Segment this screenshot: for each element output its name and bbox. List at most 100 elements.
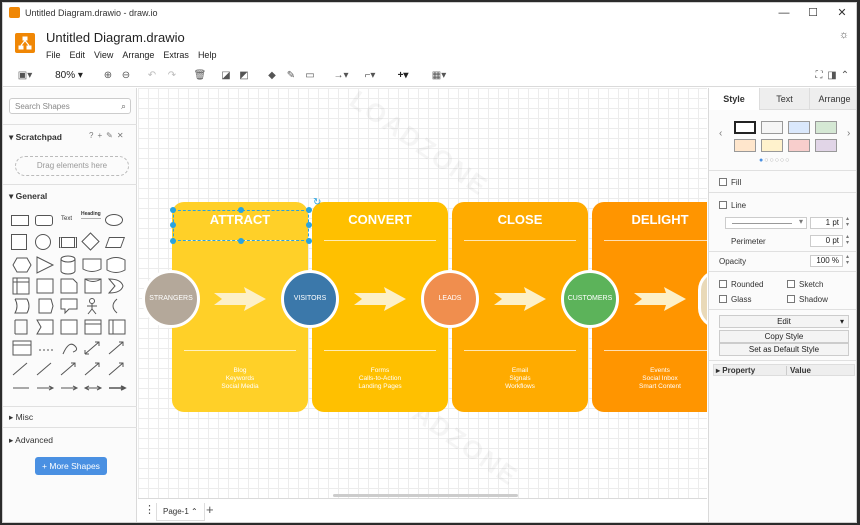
- undo-icon[interactable]: ↶: [145, 68, 159, 84]
- maximize-button[interactable]: ☐: [802, 6, 824, 20]
- resize-handle[interactable]: [238, 238, 244, 244]
- resize-handle[interactable]: [170, 238, 176, 244]
- swatch[interactable]: [815, 139, 837, 152]
- card-shape[interactable]: [84, 278, 102, 294]
- more-shapes-button[interactable]: + More Shapes: [35, 457, 107, 475]
- to-back-icon[interactable]: ◩: [237, 68, 251, 84]
- add-page-icon[interactable]: +: [206, 502, 214, 517]
- scratchpad-dropzone[interactable]: Drag elements here: [15, 156, 129, 176]
- line-width-stepper[interactable]: ▴ ▾: [846, 216, 849, 228]
- menu-edit[interactable]: Edit: [70, 50, 86, 60]
- insert-icon[interactable]: +▾: [391, 68, 415, 84]
- container-shape[interactable]: [60, 319, 78, 335]
- process-shape[interactable]: [59, 237, 77, 248]
- line-style-select[interactable]: ▾: [725, 217, 807, 229]
- triangle-shape[interactable]: [36, 256, 55, 274]
- textbox-shape[interactable]: Heading ————: [81, 212, 101, 222]
- callout-shape[interactable]: [60, 298, 78, 315]
- line-shape[interactable]: [12, 362, 28, 376]
- note-shape[interactable]: [60, 278, 78, 294]
- fullscreen-icon[interactable]: ⛶: [813, 68, 825, 84]
- actor-shape[interactable]: [89, 298, 95, 304]
- page-tab[interactable]: Page-1 ⌃: [156, 503, 205, 521]
- circle-strangers[interactable]: STRANGERS: [142, 270, 200, 328]
- line-checkbox[interactable]: [719, 201, 727, 209]
- rounded-checkbox[interactable]: [719, 280, 727, 288]
- connector-shape-2[interactable]: [84, 362, 100, 376]
- opacity-stepper[interactable]: ▴ ▾: [846, 254, 849, 266]
- menu-extras[interactable]: Extras: [163, 50, 189, 60]
- step-shape[interactable]: [38, 298, 54, 314]
- scratchpad-header[interactable]: ▾ Scratchpad: [9, 132, 62, 143]
- swatch[interactable]: [815, 121, 837, 134]
- tape-shape[interactable]: [106, 257, 126, 273]
- edit-style-select[interactable]: Edit ▾: [719, 315, 849, 328]
- close-button[interactable]: ✕: [831, 6, 853, 20]
- swatch[interactable]: [761, 121, 783, 134]
- zoom-out-icon[interactable]: ⊖: [119, 68, 133, 84]
- menu-file[interactable]: File: [46, 50, 61, 60]
- bidirectional-link-shape[interactable]: [83, 385, 103, 391]
- minimize-button[interactable]: —: [773, 6, 795, 20]
- panel-toggle-icon[interactable]: ◨: [826, 68, 838, 84]
- curly-bracket-shape[interactable]: [112, 298, 118, 314]
- swatch[interactable]: [761, 139, 783, 152]
- set-default-style-button[interactable]: Set as Default Style: [719, 343, 849, 356]
- shadow-checkbox[interactable]: [787, 295, 795, 303]
- line-width-input[interactable]: 1 pt: [810, 217, 843, 229]
- opacity-input[interactable]: 100 %: [810, 255, 843, 267]
- shadow-icon[interactable]: ▭: [303, 68, 317, 84]
- data-storage-shape[interactable]: [14, 298, 30, 314]
- internal-storage-shape[interactable]: [12, 277, 30, 295]
- arrow-shape[interactable]: [108, 341, 124, 355]
- arrow-link-shape-2[interactable]: [61, 385, 79, 391]
- hexagon-shape[interactable]: [12, 257, 32, 273]
- ellipse-shape[interactable]: [105, 214, 123, 226]
- arrow-link-shape[interactable]: [37, 385, 55, 391]
- table-icon[interactable]: ▦▾: [427, 68, 451, 84]
- redo-icon[interactable]: ↷: [165, 68, 179, 84]
- perimeter-stepper[interactable]: ▴ ▾: [846, 234, 849, 246]
- rotate-handle-icon[interactable]: ↻: [313, 197, 321, 208]
- zoom-in-icon[interactable]: ⊕: [101, 68, 115, 84]
- diagram-canvas[interactable]: LOADZONE LOADZONE ATTRACT Blog Keywords …: [138, 88, 707, 498]
- property-header[interactable]: ▸ Property: [716, 366, 755, 375]
- general-header[interactable]: ▾ General: [9, 191, 47, 202]
- swatch-pager[interactable]: ●○○○○○: [759, 157, 790, 164]
- connector-shape-3[interactable]: [108, 362, 124, 376]
- circle-shape[interactable]: [35, 234, 51, 250]
- resize-handle[interactable]: [306, 222, 312, 228]
- tab-text[interactable]: Text: [759, 88, 809, 110]
- swatch[interactable]: [788, 139, 810, 152]
- diamond-shape[interactable]: [81, 232, 100, 251]
- cube-shape[interactable]: [36, 278, 54, 294]
- fill-checkbox[interactable]: [719, 178, 727, 186]
- partial-rectangle-shape[interactable]: [14, 319, 28, 335]
- document-title[interactable]: Untitled Diagram.drawio: [46, 30, 185, 45]
- misc-header[interactable]: ▸ Misc: [9, 412, 33, 423]
- zoom-select[interactable]: 80% ▾: [49, 68, 89, 84]
- menu-view[interactable]: View: [94, 50, 113, 60]
- resize-handle[interactable]: [170, 207, 176, 213]
- pages-menu-icon[interactable]: ⋮: [144, 503, 155, 516]
- circle-leads[interactable]: LEADS: [421, 270, 479, 328]
- line-shape-2[interactable]: [36, 362, 52, 376]
- connector-shape[interactable]: [60, 362, 76, 376]
- connection-icon[interactable]: →▾: [329, 68, 353, 84]
- tab-arrange[interactable]: Arrange: [809, 88, 856, 110]
- resize-handle[interactable]: [306, 207, 312, 213]
- next-swatches-icon[interactable]: ›: [847, 128, 850, 139]
- text-shape[interactable]: Text: [61, 216, 72, 222]
- line-color-icon[interactable]: ✎: [284, 68, 298, 84]
- document-shape[interactable]: [82, 258, 102, 272]
- rectangle-shape[interactable]: [11, 215, 29, 226]
- fill-color-icon[interactable]: ◆: [265, 68, 279, 84]
- curve-shape[interactable]: [62, 343, 78, 355]
- copy-style-button[interactable]: Copy Style: [719, 330, 849, 343]
- swimlane-shape[interactable]: [108, 319, 126, 335]
- to-front-icon[interactable]: ◪: [219, 68, 233, 84]
- cylinder-shape[interactable]: [60, 255, 76, 275]
- close-icon[interactable]: ✕: [117, 131, 128, 140]
- tab-style[interactable]: Style: [709, 88, 759, 110]
- swatch[interactable]: [788, 121, 810, 134]
